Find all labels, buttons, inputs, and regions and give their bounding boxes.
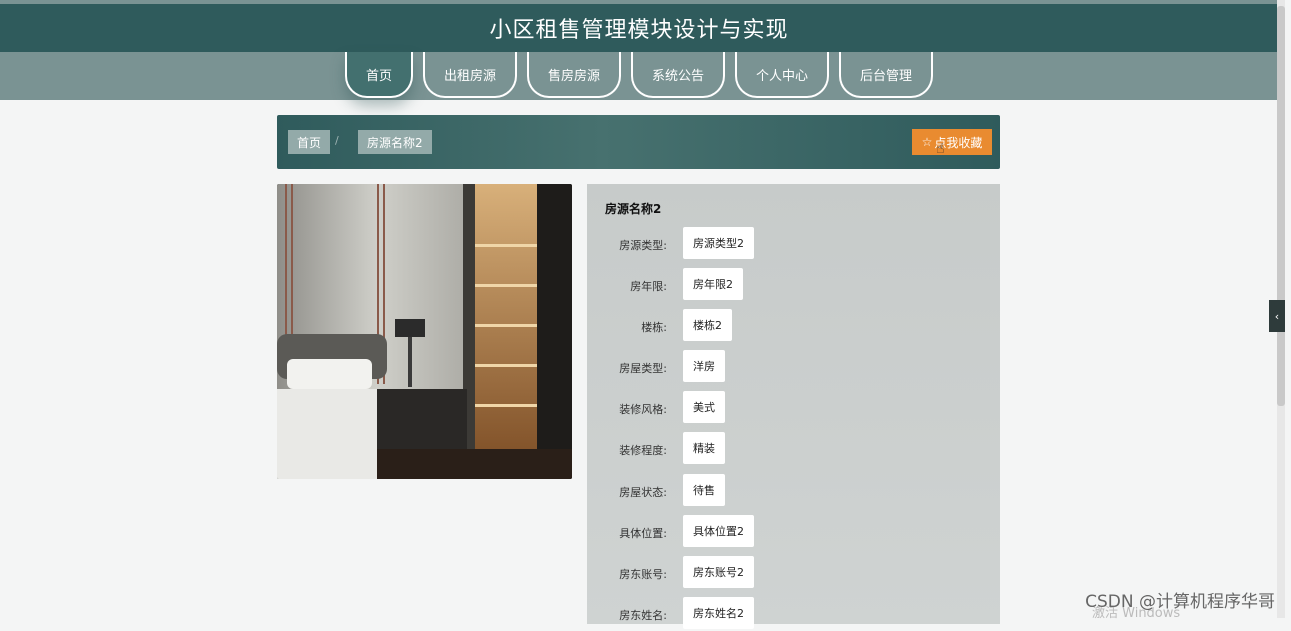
field-label: 装修程度: [619,444,667,457]
field-row-house-type: 房屋类型: 洋房 [587,350,1000,384]
nav-item-rent[interactable]: 出租房源 [423,52,517,98]
field-value: 洋房 [683,350,725,382]
field-value: 待售 [683,474,725,506]
nav-item-profile[interactable]: 个人中心 [735,52,829,98]
csdn-watermark: CSDN @计算机程序华哥 [1085,592,1275,612]
field-value: 楼栋2 [683,309,732,341]
breadcrumb-separator: / [335,134,339,147]
field-label: 装修风格: [619,403,667,416]
field-row-building: 楼栋: 楼栋2 [587,309,1000,343]
field-label: 房屋类型: [619,362,667,375]
field-row-landlord-name: 房东姓名: 房东姓名2 [587,597,1000,631]
property-photo [277,184,572,479]
scrollbar-thumb[interactable] [1277,6,1285,406]
breadcrumb: 首页 / 房源名称2 ☆ 点我收藏 [277,115,1000,169]
field-row-status: 房屋状态: 待售 [587,474,1000,508]
breadcrumb-home-link[interactable]: 首页 [288,130,331,154]
field-row-age: 房年限: 房年限2 [587,268,1000,302]
breadcrumb-current: 房源名称2 [358,130,432,154]
field-value: 房东姓名2 [683,597,754,629]
title-bar: 小区租售管理模块设计与实现 [0,4,1278,52]
field-label: 房源类型: [619,239,667,252]
chevron-left-icon: ‹ [1274,309,1280,323]
field-row-type: 房源类型: 房源类型2 [587,227,1000,261]
field-label: 房屋状态: [619,486,667,499]
field-value: 房东账号2 [683,556,754,588]
field-row-landlord-account: 房东账号: 房东账号2 [587,556,1000,590]
detail-title: 房源名称2 [605,202,662,216]
field-label: 房东姓名: [619,609,667,622]
field-label: 房年限: [630,280,667,293]
field-value: 具体位置2 [683,515,754,547]
field-row-style: 装修风格: 美式 [587,391,1000,425]
favorite-button[interactable]: ☆ 点我收藏 [912,129,992,155]
property-detail-panel: 房源名称2 房源类型: 房源类型2 房年限: 房年限2 楼栋: 楼栋2 房屋类型… [587,184,1000,629]
bedroom-image [277,184,572,479]
header: 小区租售管理模块设计与实现 首页 出租房源 售房房源 系统公告 个人中心 后台管… [0,0,1278,100]
nav-item-admin[interactable]: 后台管理 [839,52,933,98]
field-row-decoration: 装修程度: 精装 [587,432,1000,466]
nav-item-notice[interactable]: 系统公告 [631,52,725,98]
nav-item-home[interactable]: 首页 [345,52,413,98]
field-row-location: 具体位置: 具体位置2 [587,515,1000,549]
field-label: 房东账号: [619,568,667,581]
side-panel-toggle[interactable]: ‹ [1269,300,1285,332]
field-value: 精装 [683,432,725,464]
field-label: 具体位置: [619,527,667,540]
field-value: 房年限2 [683,268,743,300]
field-label: 楼栋: [641,321,667,334]
main-nav: 首页 出租房源 售房房源 系统公告 个人中心 后台管理 [0,52,1278,100]
field-value: 房源类型2 [683,227,754,259]
star-outline-icon: ☆ [921,135,933,149]
hand-cursor-icon: ☝ [936,141,945,157]
nav-item-sale[interactable]: 售房房源 [527,52,621,98]
site-title: 小区租售管理模块设计与实现 [489,18,789,43]
field-value: 美式 [683,391,725,423]
